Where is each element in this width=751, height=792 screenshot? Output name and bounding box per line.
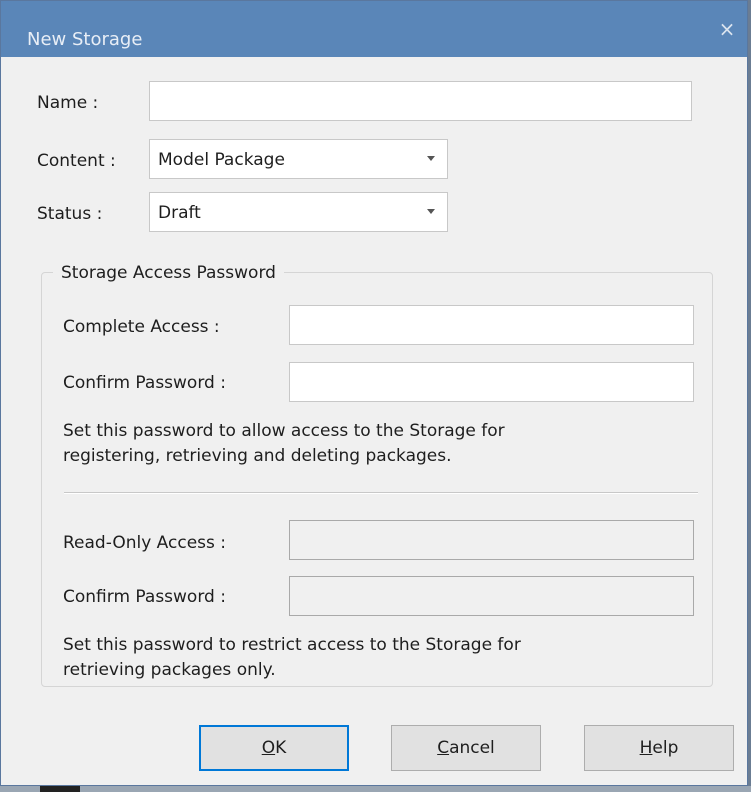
dialog-title: New Storage xyxy=(27,29,143,50)
new-storage-dialog: New Storage × Name : Content : Model Pac… xyxy=(0,0,748,786)
confirm-password-input-1[interactable] xyxy=(289,362,694,402)
ok-access-key: O xyxy=(261,738,276,758)
readonly-access-label: Read-Only Access : xyxy=(63,533,226,553)
complete-access-hint-line-1: Set this password to allow access to the… xyxy=(63,421,505,441)
close-icon[interactable]: × xyxy=(715,17,739,41)
help-access-key: H xyxy=(639,738,653,758)
cancel-button[interactable]: Cancel xyxy=(391,725,541,771)
complete-access-hint: Set this password to allow access to the… xyxy=(63,419,663,469)
complete-access-input[interactable] xyxy=(289,305,694,345)
background-strip xyxy=(0,786,751,792)
separator xyxy=(64,492,698,494)
ok-label: K xyxy=(275,738,287,758)
help-button[interactable]: Help xyxy=(584,725,734,771)
readonly-access-hint-line-2: retrieving packages only. xyxy=(63,660,276,680)
content-selected-value: Model Package xyxy=(158,150,285,170)
title-bar[interactable]: New Storage × xyxy=(1,1,747,57)
readonly-access-hint: Set this password to restrict access to … xyxy=(63,633,663,683)
password-group-title: Storage Access Password xyxy=(53,263,284,283)
complete-access-label: Complete Access : xyxy=(63,317,220,337)
confirm-password-input-2[interactable] xyxy=(289,576,694,616)
complete-access-hint-line-2: registering, retrieving and deleting pac… xyxy=(63,446,452,466)
chevron-down-icon xyxy=(427,209,435,214)
status-selected-value: Draft xyxy=(158,203,201,223)
cancel-label: ancel xyxy=(449,738,495,758)
content-dropdown[interactable]: Model Package xyxy=(149,139,448,179)
confirm-password-label-2: Confirm Password : xyxy=(63,587,226,607)
ok-button[interactable]: OK xyxy=(199,725,349,771)
help-label: elp xyxy=(652,738,679,758)
status-label: Status : xyxy=(37,204,103,224)
background-block xyxy=(40,786,80,792)
status-dropdown[interactable]: Draft xyxy=(149,192,448,232)
confirm-password-label-1: Confirm Password : xyxy=(63,373,226,393)
content-label: Content : xyxy=(37,151,116,171)
readonly-access-hint-line-1: Set this password to restrict access to … xyxy=(63,635,521,655)
name-input[interactable] xyxy=(149,81,692,121)
name-label: Name : xyxy=(37,93,99,113)
readonly-access-input[interactable] xyxy=(289,520,694,560)
chevron-down-icon xyxy=(427,156,435,161)
cancel-access-key: C xyxy=(437,738,450,758)
